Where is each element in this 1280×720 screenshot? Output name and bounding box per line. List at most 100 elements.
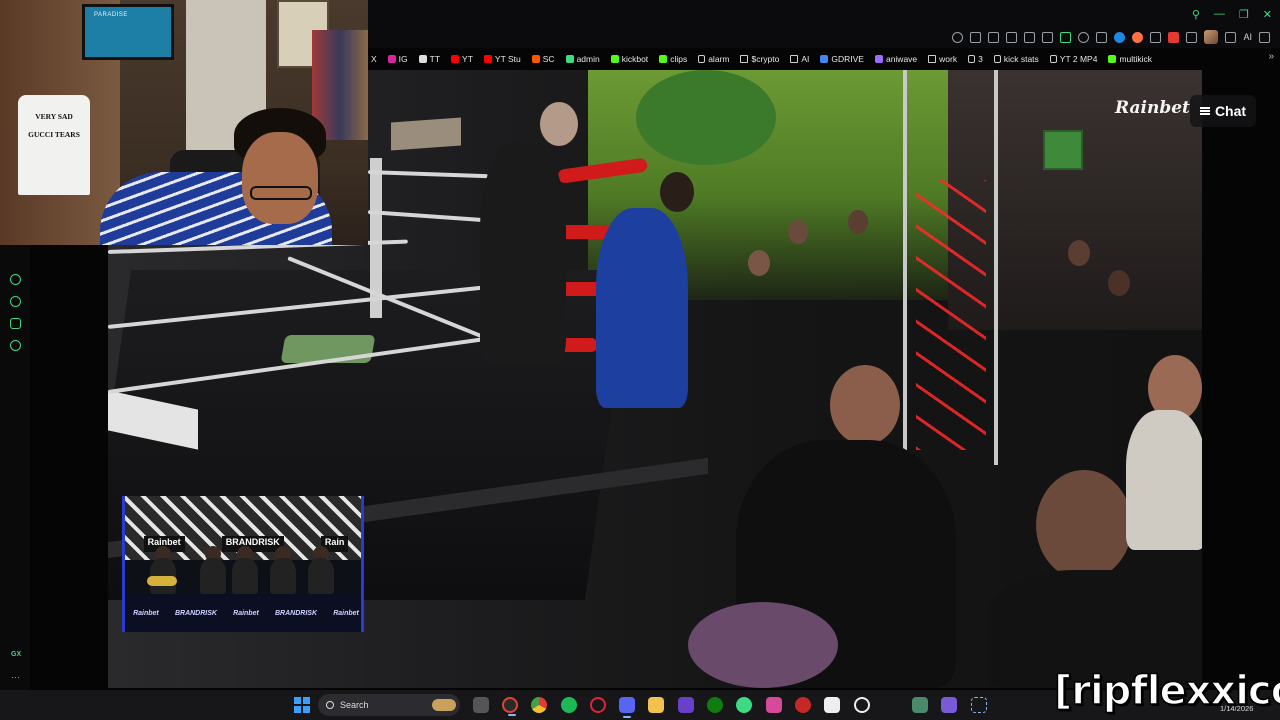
screen: ⚲ — ❐ ✕ AI XIGTTYTYT StuSCadminki <box>0 0 1280 720</box>
crowd-head <box>1108 270 1130 296</box>
app-grid-icon[interactable] <box>971 697 987 713</box>
bookmark-item[interactable]: kickbot <box>610 54 648 64</box>
bookmark-item[interactable]: IG <box>387 54 408 64</box>
snapshot-icon[interactable] <box>988 31 1000 43</box>
bookmark-item[interactable]: admin <box>565 54 600 64</box>
chrome-app-icon[interactable] <box>531 697 547 713</box>
referee-head <box>540 102 578 146</box>
bookmark-item[interactable]: $crypto <box>740 54 779 64</box>
bookmark-label: IG <box>398 54 408 64</box>
extension-orange-icon[interactable] <box>1132 31 1144 43</box>
file-explorer-icon[interactable] <box>648 697 664 713</box>
bookmark-item[interactable]: YT <box>451 54 473 64</box>
bookmark-item[interactable]: clips <box>659 54 687 64</box>
spotify-app-icon[interactable] <box>561 697 577 713</box>
bookmarks-overflow-icon[interactable]: » <box>1268 51 1274 62</box>
window <box>1043 130 1083 170</box>
puzzle-icon[interactable] <box>1186 31 1198 43</box>
more-icon[interactable]: … <box>11 670 20 680</box>
globe-icon[interactable] <box>1114 31 1126 43</box>
search-icon <box>326 701 334 709</box>
app-red-icon[interactable] <box>795 697 811 713</box>
filter-icon[interactable] <box>1150 31 1162 43</box>
hanging-tshirt <box>18 95 90 195</box>
zoom-icon[interactable] <box>952 31 964 43</box>
discord-app-icon[interactable] <box>619 697 635 718</box>
bookmark-item[interactable]: YT 2 MP4 <box>1049 54 1097 64</box>
vpn-icon[interactable] <box>1078 31 1090 43</box>
bookmarks-bar: X IG TT YT YT Stu SC admin kickbot clips alarm $cr… <box>368 51 1280 67</box>
bookmark-item[interactable]: GDRIVE <box>820 54 864 64</box>
bookmark-item[interactable]: YT Stu <box>483 54 521 64</box>
mural-tree <box>636 70 776 165</box>
task-view-icon[interactable] <box>473 697 489 713</box>
admin-icon <box>565 55 574 63</box>
bookmark-icon[interactable] <box>970 31 982 43</box>
extensions-icon[interactable] <box>10 318 21 329</box>
menu-icon[interactable] <box>1259 31 1270 43</box>
chatgpt-app-icon[interactable] <box>854 697 870 713</box>
bookmark-item[interactable]: multikick <box>1108 54 1152 64</box>
bookmark-item[interactable]: X <box>368 54 377 64</box>
window-controls: ⚲ — ❐ ✕ <box>1192 8 1272 21</box>
bookmark-item[interactable]: AI <box>790 54 809 64</box>
search-icon[interactable]: ⚲ <box>1192 8 1200 21</box>
commentator <box>200 558 226 594</box>
doc-icon <box>968 55 976 63</box>
profile-avatar[interactable] <box>1204 30 1219 44</box>
settings-icon[interactable] <box>10 340 21 351</box>
opera-gx-app-icon[interactable] <box>502 697 518 716</box>
close-icon[interactable]: ✕ <box>1263 8 1272 21</box>
browser-titlebar: ⚲ — ❐ ✕ AI <box>368 0 1280 48</box>
bookmark-label: multikick <box>1119 54 1153 64</box>
tshirt-text-line2: GUCCI TEARS <box>28 130 80 139</box>
crowd-head <box>1036 470 1132 580</box>
tshirt-text-line1: VERY SAD <box>35 112 73 121</box>
referee <box>480 142 566 362</box>
bookmark-item[interactable]: SC <box>531 54 555 64</box>
streamer-watermark: [ripflexxico] <box>1053 667 1280 715</box>
crowd-head <box>788 220 808 244</box>
bookmark-label: GDRIVE <box>831 54 864 64</box>
xbox-app-icon[interactable] <box>707 697 723 713</box>
player-icon[interactable] <box>10 274 21 285</box>
desk-banner-label: Rainbet <box>133 609 159 617</box>
bookmark-item[interactable]: TT <box>418 54 440 64</box>
app-green-icon[interactable] <box>736 697 752 713</box>
audio-icon[interactable] <box>1096 31 1108 43</box>
capcut-app-icon[interactable] <box>824 697 840 713</box>
desk-banner-label: BRANDRISK <box>275 609 317 617</box>
extension-red-icon[interactable] <box>1168 31 1180 43</box>
bookmark-item[interactable]: aniwave <box>874 54 917 64</box>
app-multi2-icon[interactable] <box>941 697 957 713</box>
gx-logo-icon[interactable]: GX <box>11 651 21 658</box>
bookmark-item[interactable]: 3 <box>968 54 983 64</box>
ai-button[interactable]: AI <box>1243 32 1252 42</box>
desk-banner-label: BRANDRISK <box>174 609 217 617</box>
bookmark-item[interactable]: kick stats <box>993 54 1039 64</box>
play-icon[interactable] <box>1024 31 1036 43</box>
download-icon[interactable] <box>1225 31 1237 43</box>
app-pink-icon[interactable] <box>766 697 782 713</box>
maximize-icon[interactable]: ❐ <box>1239 8 1249 21</box>
app-purple-icon[interactable] <box>678 697 694 713</box>
start-icon[interactable] <box>294 697 310 713</box>
ring-rope <box>367 210 488 223</box>
history-icon[interactable] <box>10 296 21 307</box>
heart-icon[interactable] <box>1042 31 1054 43</box>
bookmark-item[interactable]: work <box>928 54 957 64</box>
bookmark-item[interactable]: alarm <box>698 54 729 64</box>
opera-app-icon[interactable] <box>590 697 606 713</box>
browser-toolbar: AI <box>952 30 1270 44</box>
bookmark-label: SC <box>542 54 555 64</box>
shield-icon[interactable] <box>1006 31 1018 43</box>
doc-icon <box>698 55 706 63</box>
app-multi-icon[interactable] <box>912 697 928 713</box>
taskbar-search[interactable]: Search <box>318 694 460 716</box>
bookmark-label: AI <box>801 54 810 64</box>
minimize-icon[interactable]: — <box>1214 8 1225 21</box>
crowd-head <box>830 365 900 445</box>
extension-badge-icon[interactable] <box>1060 31 1072 43</box>
commentator <box>308 558 334 594</box>
chat-toggle-button[interactable]: Chat <box>1190 95 1256 127</box>
